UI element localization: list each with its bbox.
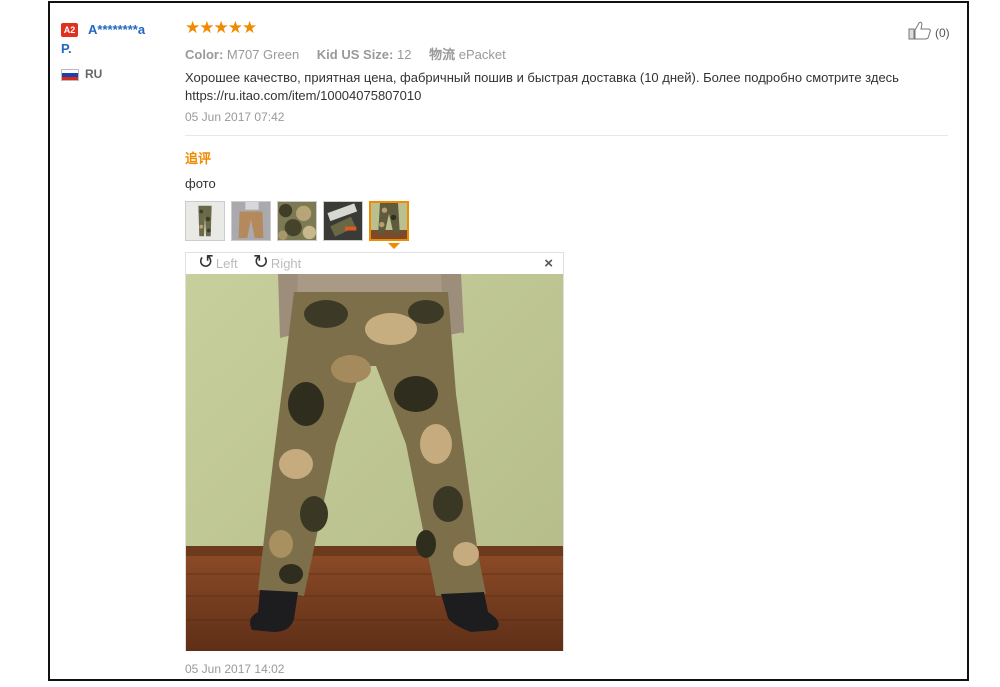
attr-label: 物流 <box>429 47 456 62</box>
photo-thumbnail[interactable] <box>185 201 225 241</box>
user-level-badge: A2 <box>61 23 78 37</box>
active-thumbnail-indicator <box>388 243 400 249</box>
photo-thumbnails <box>185 201 409 241</box>
photo-thumbnail-active[interactable] <box>369 201 409 241</box>
attr-label: Kid US Size: <box>316 47 394 62</box>
rating-stars: ★★★★★ <box>185 18 257 37</box>
rotate-left-label: Left <box>215 255 238 271</box>
helpful-count: (0) <box>935 25 950 40</box>
attr-value: M707 Green <box>226 47 300 62</box>
attr-label: Color: <box>185 47 224 62</box>
user-country: RU <box>85 67 103 81</box>
rotate-right-icon: ↻ <box>253 252 269 273</box>
divider <box>185 135 948 136</box>
attr-value: 12 <box>397 47 412 62</box>
rotate-left-button[interactable]: ↺ Left <box>198 252 238 273</box>
user-name-line2: P. <box>61 41 72 56</box>
attr-value: ePacket <box>458 47 506 62</box>
review-date: 05 Jun 2017 07:42 <box>185 110 285 124</box>
review-text: Хорошее качество, приятная цена, фабричн… <box>185 69 945 105</box>
viewer-toolbar: ↺ Left ↻ Right × <box>186 253 563 274</box>
rotate-right-label: Right <box>270 255 302 271</box>
photo-viewer: ↺ Left ↻ Right × <box>185 252 564 651</box>
thumbs-up-icon <box>908 21 932 44</box>
helpful-button[interactable]: (0) <box>908 21 950 44</box>
photo-thumbnail[interactable] <box>323 201 363 241</box>
followup-title: 追评 <box>185 151 212 166</box>
photo-thumbnail[interactable] <box>277 201 317 241</box>
review-photo <box>186 274 563 651</box>
followup-text: фото <box>185 176 216 191</box>
order-attributes: Color: M707 Green Kid US Size: 12 物流 ePa… <box>185 44 520 63</box>
rotate-left-icon: ↺ <box>198 252 214 273</box>
russia-flag-icon <box>61 69 79 81</box>
rotate-right-button[interactable]: ↻ Right <box>253 252 302 273</box>
followup-date: 05 Jun 2017 14:02 <box>185 662 285 676</box>
photo-thumbnail[interactable] <box>231 201 271 241</box>
review-text-line1: Хорошее качество, приятная цена, фабричн… <box>185 70 899 85</box>
user-name-line1: A********a <box>88 22 146 37</box>
close-viewer-button[interactable]: × <box>544 255 553 272</box>
user-name[interactable]: A********a P. <box>61 20 178 56</box>
review-text-line2: https://ru.itao.com/item/10004075807010 <box>185 88 422 103</box>
photo-camo-pants-image <box>186 274 563 651</box>
